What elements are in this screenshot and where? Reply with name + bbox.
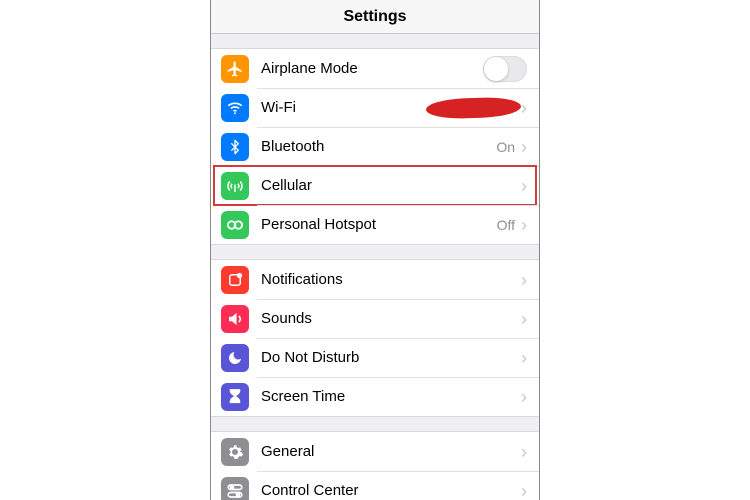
cellular-icon [221,172,249,200]
row-label: Bluetooth [261,138,496,155]
chevron-right-icon: › [521,482,527,500]
row-control-center[interactable]: Control Center › [211,471,539,500]
chevron-right-icon: › [521,271,527,289]
moon-icon [221,344,249,372]
chevron-right-icon: › [521,310,527,328]
row-label: Screen Time [261,388,521,405]
page-title: Settings [343,8,406,26]
row-label: Do Not Disturb [261,349,521,366]
row-label: Control Center [261,482,521,499]
row-label: Cellular [261,177,521,194]
row-label: Airplane Mode [261,60,483,77]
bluetooth-icon [221,133,249,161]
row-sounds[interactable]: Sounds › [211,299,539,338]
row-detail: Off [497,217,515,233]
notifications-icon [221,266,249,294]
chevron-right-icon: › [521,349,527,367]
row-label: Notifications [261,271,521,288]
row-label: Sounds [261,310,521,327]
settings-screen: Settings Airplane Mode Wi-Fi › [210,0,540,500]
settings-group-general: General › Control Center › AA Display & … [211,431,539,500]
toggle-knob [484,57,508,81]
airplane-icon [221,55,249,83]
row-wifi[interactable]: Wi-Fi › [211,88,539,127]
row-bluetooth[interactable]: Bluetooth On › [211,127,539,166]
row-detail: On [496,139,515,155]
chevron-right-icon: › [521,99,527,117]
chevron-right-icon: › [521,177,527,195]
hourglass-icon [221,383,249,411]
row-label: Personal Hotspot [261,216,497,233]
chevron-right-icon: › [521,388,527,406]
row-personal-hotspot[interactable]: Personal Hotspot Off › [211,205,539,244]
sounds-icon [221,305,249,333]
wifi-icon [221,94,249,122]
switches-icon [221,477,249,500]
chevron-right-icon: › [521,443,527,461]
row-do-not-disturb[interactable]: Do Not Disturb › [211,338,539,377]
navbar: Settings [211,0,539,34]
row-label: General [261,443,521,460]
chevron-right-icon: › [521,216,527,234]
airplane-toggle[interactable] [483,56,527,82]
settings-group-connectivity: Airplane Mode Wi-Fi › Bluetooth On › [211,48,539,245]
row-notifications[interactable]: Notifications › [211,260,539,299]
row-general[interactable]: General › [211,432,539,471]
row-cellular[interactable]: Cellular › [211,166,539,205]
hotspot-icon [221,211,249,239]
chevron-right-icon: › [521,138,527,156]
row-screen-time[interactable]: Screen Time › [211,377,539,416]
settings-group-alerts: Notifications › Sounds › Do Not Disturb … [211,259,539,417]
row-airplane-mode[interactable]: Airplane Mode [211,49,539,88]
gear-icon [221,438,249,466]
